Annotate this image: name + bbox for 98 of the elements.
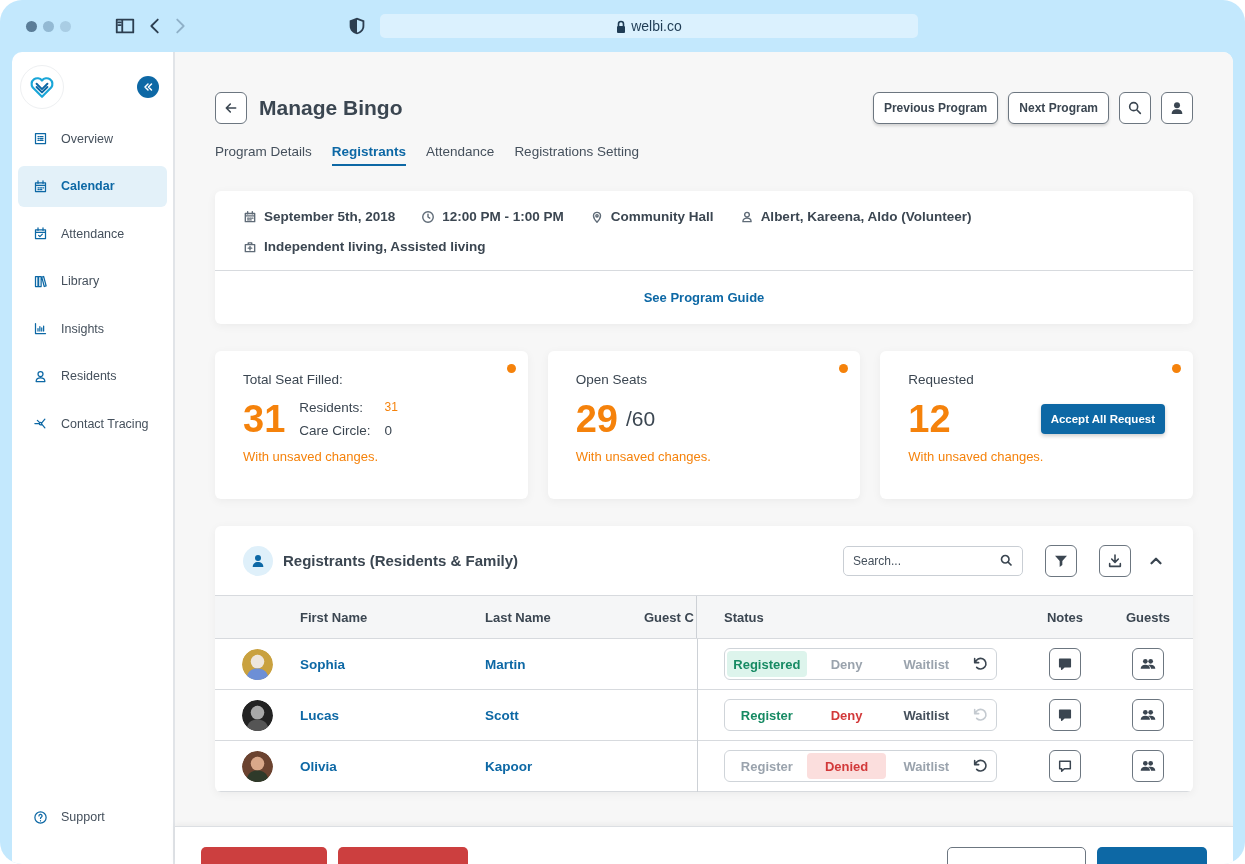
program-nav-button[interactable]: Next Program bbox=[1008, 92, 1109, 124]
medical-kit-icon bbox=[243, 239, 257, 254]
status-option[interactable]: Waitlist bbox=[886, 702, 967, 728]
program-detail: Community Hall bbox=[610, 209, 714, 224]
help-icon bbox=[33, 809, 48, 825]
tab[interactable]: Attendance bbox=[426, 142, 495, 166]
last-name-link[interactable]: Kapoor bbox=[485, 758, 533, 774]
collapse-button[interactable] bbox=[137, 76, 159, 98]
program-detail: September 5th, 2018 bbox=[264, 209, 396, 224]
sidebar-item[interactable]: Contact Tracing bbox=[18, 403, 167, 444]
bar-chart-icon bbox=[33, 321, 48, 336]
window-dot[interactable] bbox=[26, 20, 37, 32]
search-icon bbox=[1127, 100, 1143, 116]
url-text[interactable]: welbi.co bbox=[631, 18, 682, 34]
lock-icon bbox=[616, 19, 627, 33]
chevrons-left-icon bbox=[142, 81, 154, 93]
column-header: Status bbox=[724, 609, 764, 625]
status-option[interactable]: Deny bbox=[806, 702, 887, 728]
column-header: First Name bbox=[300, 609, 368, 625]
window-dot[interactable] bbox=[60, 20, 71, 32]
column-header: Guests bbox=[1125, 609, 1171, 625]
unsaved-note: With unsaved changes. bbox=[908, 449, 1045, 464]
status-option[interactable]: Denied bbox=[806, 753, 887, 779]
unsaved-note: With unsaved changes. bbox=[575, 449, 712, 464]
column-header: Last Name bbox=[485, 609, 551, 625]
unsaved-note: With unsaved changes. bbox=[243, 449, 380, 464]
sidebar-item[interactable]: Attendance bbox=[18, 213, 167, 254]
comment-button[interactable] bbox=[1049, 699, 1081, 731]
tab[interactable]: Program Details bbox=[215, 142, 312, 166]
stat-label: Open Seats bbox=[575, 372, 648, 387]
heart-logo-icon bbox=[29, 74, 55, 100]
person-icon bbox=[243, 545, 273, 576]
first-name-link[interactable]: Sophia bbox=[300, 656, 345, 672]
sidebar-item[interactable]: Support bbox=[18, 796, 167, 838]
comment-button[interactable] bbox=[1049, 750, 1081, 782]
arrow-left-icon bbox=[223, 100, 239, 116]
download-button[interactable] bbox=[1099, 544, 1131, 577]
calendar-icon bbox=[243, 209, 257, 224]
comment-icon bbox=[1057, 656, 1073, 672]
filter-button[interactable] bbox=[1045, 544, 1077, 577]
tab[interactable]: Registrations Setting bbox=[514, 142, 639, 166]
back-button[interactable] bbox=[215, 92, 247, 124]
comment-icon bbox=[1057, 758, 1073, 774]
tab[interactable]: Registrants bbox=[331, 142, 407, 166]
page-title: Manage Bingo bbox=[259, 96, 403, 120]
stat-value: 29 bbox=[575, 397, 618, 441]
breakdown-label: Care Circle: bbox=[299, 423, 371, 438]
column-header: Guest C bbox=[644, 609, 694, 625]
person-icon bbox=[33, 368, 48, 384]
profile-button[interactable] bbox=[1161, 92, 1193, 124]
program-detail: Albert, Kareena, Aldo (Volunteer) bbox=[760, 209, 972, 224]
clock-icon bbox=[421, 209, 436, 224]
search-icon bbox=[999, 552, 1014, 568]
stat-total: /60 bbox=[625, 407, 656, 431]
people-icon bbox=[1140, 707, 1156, 723]
first-name-link[interactable]: Olivia bbox=[300, 758, 337, 774]
sidebar-item[interactable]: Overview bbox=[18, 118, 167, 159]
comment-icon bbox=[1057, 707, 1073, 723]
download-icon bbox=[1107, 552, 1123, 569]
stat-label: Total Seat Filled: bbox=[243, 372, 344, 387]
search-button[interactable] bbox=[1119, 92, 1151, 124]
person-icon bbox=[1169, 100, 1185, 116]
stat-value: 31 bbox=[243, 397, 286, 441]
guests-button[interactable] bbox=[1132, 750, 1164, 782]
program-detail: 12:00 PM - 1:00 PM bbox=[442, 209, 564, 224]
program-nav-button[interactable]: Previous Program bbox=[872, 92, 999, 124]
books-icon bbox=[33, 273, 48, 289]
sidebar-item[interactable]: Insights bbox=[18, 308, 167, 349]
comment-button[interactable] bbox=[1049, 648, 1081, 680]
stat-value: 12 bbox=[908, 397, 951, 441]
accept-all-button[interactable]: Accept All Request bbox=[1040, 404, 1165, 434]
section-title: Registrants (Residents & Family) bbox=[283, 552, 519, 569]
program-detail: Independent living, Assisted living bbox=[264, 239, 486, 254]
guests-button[interactable] bbox=[1132, 699, 1164, 731]
search-field[interactable]: Search... bbox=[843, 545, 1023, 576]
person-icon bbox=[739, 209, 754, 224]
sidebar-item[interactable]: Library bbox=[18, 260, 167, 302]
status-option[interactable]: Registered bbox=[727, 651, 807, 677]
last-name-link[interactable]: Martin bbox=[485, 656, 526, 672]
stat-label: Requested bbox=[908, 372, 975, 387]
calendar-check-icon bbox=[33, 226, 48, 241]
breakdown-label: Residents: bbox=[299, 400, 365, 415]
status-option[interactable]: Register bbox=[727, 702, 807, 728]
network-icon bbox=[33, 416, 48, 431]
first-name-link[interactable]: Lucas bbox=[300, 707, 340, 723]
column-header: Notes bbox=[1046, 609, 1084, 625]
people-icon bbox=[1140, 758, 1156, 774]
sidebar-item[interactable]: Calendar bbox=[18, 165, 167, 207]
list-icon bbox=[33, 131, 48, 146]
program-guide-link[interactable]: See Program Guide bbox=[643, 290, 765, 305]
sidebar-item[interactable]: Residents bbox=[18, 355, 167, 397]
calendar-icon bbox=[33, 178, 48, 194]
window-dot[interactable] bbox=[43, 20, 54, 32]
people-icon bbox=[1140, 656, 1156, 672]
last-name-link[interactable]: Scott bbox=[485, 707, 519, 723]
breakdown-value: 0 bbox=[384, 423, 394, 438]
guests-button[interactable] bbox=[1132, 648, 1164, 680]
breakdown-value: 31 bbox=[384, 400, 398, 415]
